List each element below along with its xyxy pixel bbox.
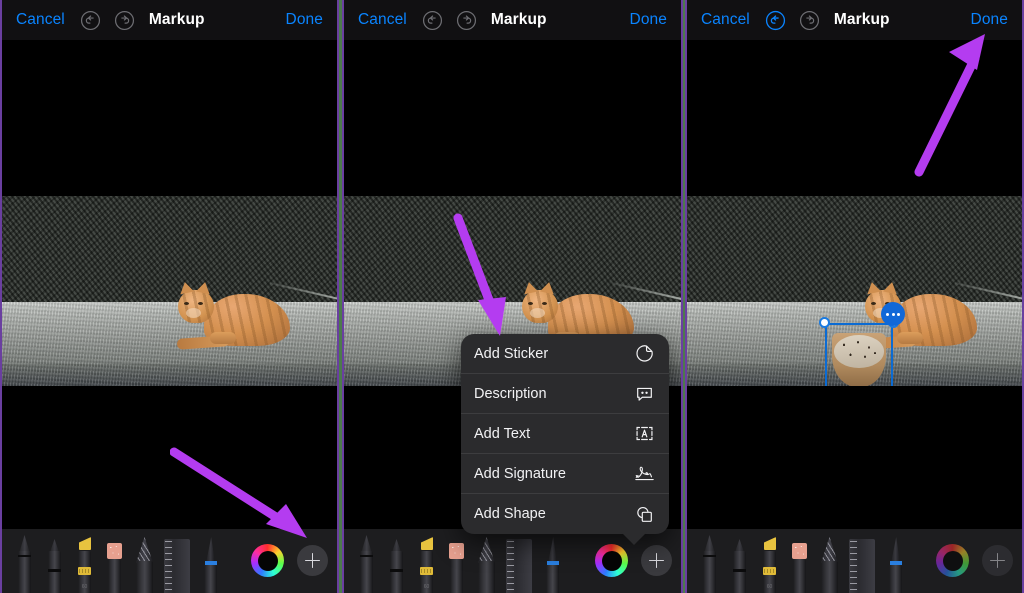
marker-tool[interactable] <box>724 531 754 593</box>
tool-list: 60 <box>9 529 251 593</box>
color-wheel-button[interactable] <box>936 544 969 577</box>
menu-item-label: Add Shape <box>474 506 546 522</box>
panel-step-1: Cancel Markup Done 60 <box>0 0 339 593</box>
tool-list: 60 <box>694 529 936 593</box>
add-markup-button[interactable] <box>297 545 328 576</box>
pen-tool[interactable] <box>351 531 381 593</box>
markup-header-3: Cancel Markup Done <box>687 0 1022 40</box>
screenshot-stage: Cancel Markup Done 60 Cancel Markup Done… <box>0 0 1024 593</box>
sticker-icon <box>633 344 655 364</box>
shapes-icon <box>633 504 655 524</box>
cancel-button[interactable]: Cancel <box>701 11 750 29</box>
header-history-icons <box>765 10 820 31</box>
page-title: Markup <box>490 11 547 28</box>
toolbar-right-controls <box>251 544 328 593</box>
ruler-tool[interactable] <box>159 531 195 593</box>
undo-arrow-icon[interactable] <box>765 10 786 31</box>
add-text-menu-item[interactable]: Add Text <box>461 414 669 454</box>
pencil-tool[interactable] <box>814 531 844 593</box>
text-box-icon <box>633 424 655 444</box>
lasso-tool[interactable] <box>537 531 567 593</box>
sticker-more-options-button[interactable] <box>881 302 905 326</box>
cat-subject <box>172 280 312 352</box>
panel-step-3: Cancel Markup Done 60 <box>685 0 1024 593</box>
eraser-tool[interactable] <box>441 531 471 593</box>
ruler-tool[interactable] <box>844 531 880 593</box>
header-history-icons <box>80 10 135 31</box>
pen-tool[interactable] <box>9 531 39 593</box>
done-button[interactable]: Done <box>286 11 323 29</box>
panel-step-2: Cancel Markup Done 60 Add Sticker Descri… <box>342 0 683 593</box>
add-signature-menu-item[interactable]: Add Signature <box>461 454 669 494</box>
undo-arrow-icon[interactable] <box>80 10 101 31</box>
description-menu-item[interactable]: Description <box>461 374 669 414</box>
pencil-tool[interactable] <box>129 531 159 593</box>
lasso-tool[interactable] <box>880 531 910 593</box>
signature-icon <box>633 464 655 484</box>
speech-bubble-icon <box>633 384 655 404</box>
photo-canvas-3[interactable] <box>687 196 1022 386</box>
toolbar-right-controls <box>936 544 1013 593</box>
highlighter-tool[interactable]: 60 <box>411 531 441 593</box>
pen-tool[interactable] <box>694 531 724 593</box>
highlighter-barrel-text: 60 <box>766 584 773 590</box>
toolbar-right-controls <box>595 544 672 593</box>
eraser-tool[interactable] <box>99 531 129 593</box>
markup-header-1: Cancel Markup Done <box>2 0 337 40</box>
photo-canvas-1[interactable] <box>2 196 337 386</box>
redo-arrow-icon[interactable] <box>799 10 820 31</box>
add-shape-menu-item[interactable]: Add Shape <box>461 494 669 534</box>
placed-sticker[interactable] <box>819 317 899 386</box>
color-wheel-button[interactable] <box>251 544 284 577</box>
lasso-tool[interactable] <box>195 531 225 593</box>
page-title: Markup <box>148 11 205 28</box>
highlighter-tool[interactable]: 60 <box>754 531 784 593</box>
done-button[interactable]: Done <box>971 11 1008 29</box>
arrow-to-done <box>914 34 985 177</box>
highlighter-barrel-text: 60 <box>423 584 430 590</box>
done-button[interactable]: Done <box>630 11 667 29</box>
cancel-button[interactable]: Cancel <box>358 11 407 29</box>
resize-handle-top-left[interactable] <box>819 317 830 328</box>
redo-arrow-icon[interactable] <box>114 10 135 31</box>
redo-arrow-icon[interactable] <box>456 10 477 31</box>
tool-list: 60 <box>351 529 595 593</box>
pencil-tool[interactable] <box>471 531 501 593</box>
marker-tool[interactable] <box>381 531 411 593</box>
cancel-button[interactable]: Cancel <box>16 11 65 29</box>
highlighter-barrel-text: 60 <box>81 584 88 590</box>
markup-add-menu: Add Sticker Description Add Text Add Sig… <box>461 334 669 545</box>
header-history-icons <box>422 10 477 31</box>
markup-toolbar-1: 60 <box>2 529 337 593</box>
menu-item-label: Add Signature <box>474 465 566 482</box>
menu-item-label: Add Sticker <box>474 345 549 362</box>
undo-arrow-icon[interactable] <box>422 10 443 31</box>
markup-toolbar-3: 60 <box>687 529 1022 593</box>
ruler-tool[interactable] <box>501 531 537 593</box>
eraser-tool[interactable] <box>784 531 814 593</box>
sticker-selection-box <box>825 323 893 386</box>
add-sticker-menu-item[interactable]: Add Sticker <box>461 334 669 374</box>
menu-item-label: Description <box>474 385 547 402</box>
add-markup-button[interactable] <box>641 545 672 576</box>
color-wheel-button[interactable] <box>595 544 628 577</box>
add-markup-button[interactable] <box>982 545 1013 576</box>
menu-item-label: Add Text <box>474 425 531 442</box>
highlighter-tool[interactable]: 60 <box>69 531 99 593</box>
page-title: Markup <box>833 11 890 28</box>
markup-header-2: Cancel Markup Done <box>344 0 681 40</box>
marker-tool[interactable] <box>39 531 69 593</box>
